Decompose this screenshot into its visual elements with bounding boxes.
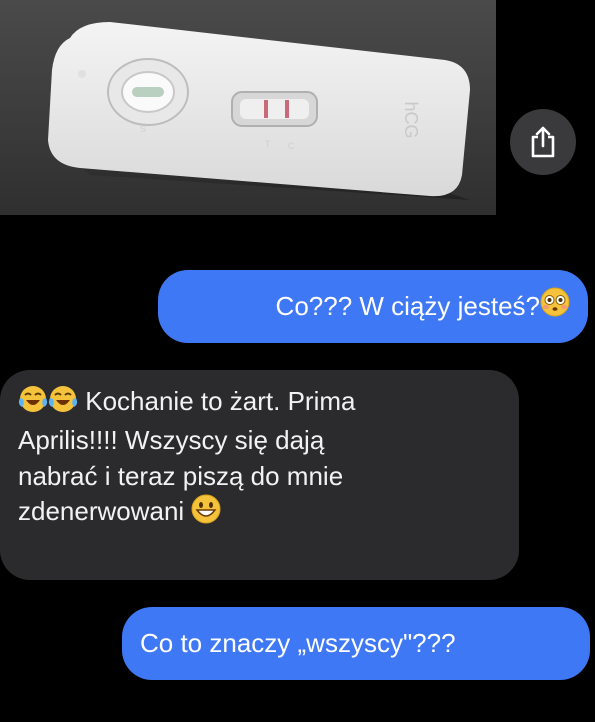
message-line-2: Aprilis!!!! Wszyscy się dają xyxy=(18,425,325,456)
marking-c: C xyxy=(288,141,295,151)
message-bubble-sent[interactable]: Co to znaczy „wszyscy"??? xyxy=(122,607,590,680)
pregnancy-test-image: hCG S T C xyxy=(48,22,470,200)
message-text: Co??? W ciąży jesteś? xyxy=(275,290,540,321)
message-text: zdenerwowani xyxy=(18,496,185,527)
message-line-4: zdenerwowani xyxy=(18,494,499,533)
message-bubble-sent[interactable]: Co??? W ciąży jesteś? xyxy=(158,270,588,343)
flushed-face-emoji xyxy=(540,287,570,326)
message-bubble-received[interactable]: Kochanie to żart. Prima Aprilis!!!! Wszy… xyxy=(0,370,519,580)
marking-s: S xyxy=(140,124,146,134)
message-line-1: Kochanie to żart. Prima xyxy=(18,384,499,423)
grinning-face-emoji xyxy=(191,494,221,533)
marking-t: T xyxy=(265,139,271,149)
share-icon xyxy=(531,126,555,158)
message-line-3: nabrać i teraz piszą do mnie xyxy=(18,460,344,491)
attached-photo[interactable]: hCG S T C xyxy=(0,0,496,215)
share-button[interactable] xyxy=(510,109,576,175)
tears-of-joy-emoji xyxy=(18,384,48,423)
message-text: Kochanie to żart. Prima xyxy=(85,386,356,416)
tears-of-joy-emoji xyxy=(48,384,78,423)
hcg-label: hCG xyxy=(401,101,421,138)
message-text: Co to znaczy „wszyscy"??? xyxy=(140,627,456,658)
